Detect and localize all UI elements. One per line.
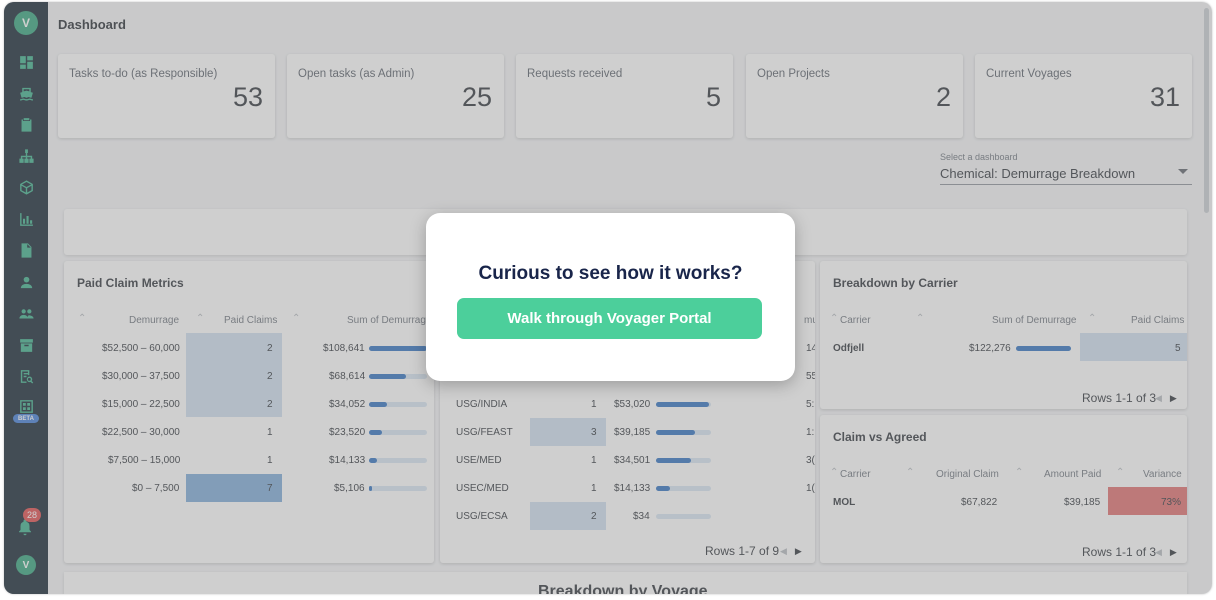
- modal-title: Curious to see how it works?: [478, 263, 743, 284]
- walkthrough-button[interactable]: Walk through Voyager Portal: [457, 298, 762, 339]
- onboarding-modal: Curious to see how it works? Walk throug…: [426, 213, 795, 381]
- app-window: V BETA 28 V Dashboard Tasks to-do (as Re…: [4, 2, 1212, 594]
